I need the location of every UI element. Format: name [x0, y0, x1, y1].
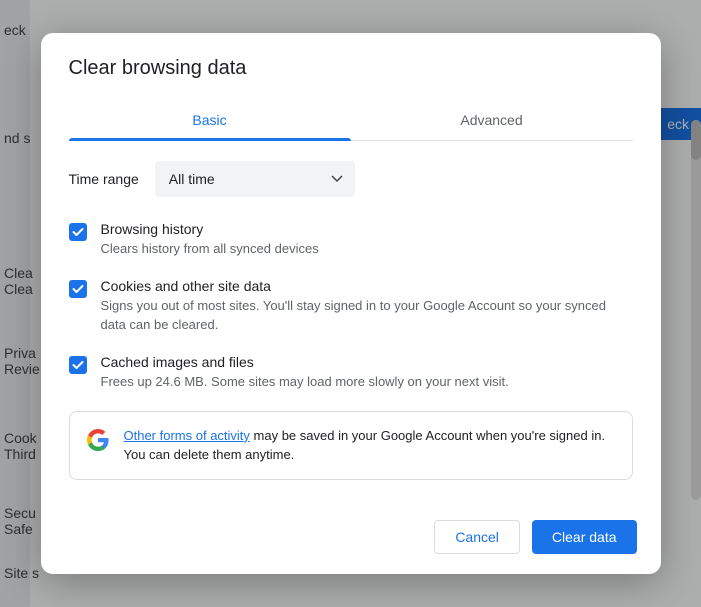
browsing-history-title: Browsing history [101, 221, 319, 237]
time-range-select[interactable]: All time Last hour Last 24 hours Last 7 … [155, 161, 355, 197]
cookies-desc: Signs you out of most sites. You'll stay… [101, 297, 633, 333]
cookies-content: Cookies and other site data Signs you ou… [101, 278, 633, 333]
checkbox-item-cached: Cached images and files Frees up 24.6 MB… [69, 354, 633, 391]
time-range-row: Time range All time Last hour Last 24 ho… [69, 161, 633, 197]
browsing-history-desc: Clears history from all synced devices [101, 240, 319, 258]
dialog-footer: Cancel Clear data [41, 508, 661, 574]
cached-desc: Frees up 24.6 MB. Some sites may load mo… [101, 373, 509, 391]
clear-browsing-data-dialog: Clear browsing data Basic Advanced Time … [41, 33, 661, 574]
info-box-text: Other forms of activity may be saved in … [124, 426, 616, 465]
cached-content: Cached images and files Frees up 24.6 MB… [101, 354, 509, 391]
checkbox-item-browsing-history: Browsing history Clears history from all… [69, 221, 633, 258]
tabs-container: Basic Advanced [69, 100, 633, 141]
time-range-label: Time range [69, 171, 139, 187]
checkbox-cached[interactable] [69, 356, 87, 374]
dialog-body: Time range All time Last hour Last 24 ho… [41, 141, 661, 508]
dialog-title: Clear browsing data [69, 57, 633, 80]
cancel-button[interactable]: Cancel [434, 520, 520, 554]
checkbox-browsing-history[interactable] [69, 223, 87, 241]
tab-advanced[interactable]: Advanced [351, 100, 633, 140]
other-activity-link[interactable]: Other forms of activity [124, 428, 250, 443]
tab-basic[interactable]: Basic [69, 100, 351, 140]
cookies-title: Cookies and other site data [101, 278, 633, 294]
browsing-history-content: Browsing history Clears history from all… [101, 221, 319, 258]
checkbox-item-cookies: Cookies and other site data Signs you ou… [69, 278, 633, 333]
google-g-icon [86, 428, 110, 452]
clear-data-button[interactable]: Clear data [532, 520, 637, 554]
cached-title: Cached images and files [101, 354, 509, 370]
checkbox-cookies[interactable] [69, 280, 87, 298]
google-info-box: Other forms of activity may be saved in … [69, 411, 633, 480]
dialog-header: Clear browsing data Basic Advanced [41, 33, 661, 141]
